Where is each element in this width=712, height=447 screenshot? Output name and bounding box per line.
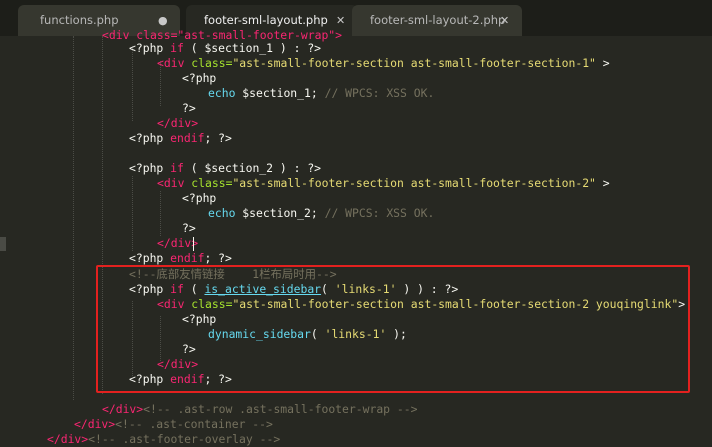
highlight-annotation-box — [96, 265, 690, 393]
code-token: </div> — [74, 417, 116, 431]
code-token: if — [170, 41, 184, 55]
code-editor[interactable]: <div class="ast-small-footer-wrap"> <?ph… — [0, 28, 712, 446]
code-line: <div class="ast-small-footer-section ast… — [157, 176, 610, 191]
code-token: endif — [170, 251, 205, 265]
code-line: <?php if ( $section_2 ) : ?> — [129, 161, 321, 176]
code-line: </div> — [157, 236, 198, 251]
text-cursor — [193, 237, 194, 251]
code-token: <!-- .ast-footer-overlay --> — [88, 432, 281, 446]
code-line: </div><!-- .ast-container --> — [74, 417, 273, 432]
code-token: ; ?> — [204, 131, 232, 145]
indent-guide — [73, 36, 74, 400]
code-token: <?php — [182, 71, 217, 85]
code-token: class= — [191, 56, 233, 70]
code-token: <div class="ast-small-footer-wrap"> — [102, 28, 343, 42]
code-token: endif — [170, 131, 205, 145]
fold-marker — [0, 237, 6, 251]
line-gutter — [0, 36, 18, 445]
code-token: <?php — [129, 131, 164, 145]
code-token: // WPCS: XSS OK. — [324, 206, 435, 220]
code-token: // WPCS: XSS OK. — [324, 86, 435, 100]
code-token: <!-- .ast-row .ast-small-footer-wrap --> — [143, 402, 418, 416]
code-token: $section_1; — [235, 86, 325, 100]
code-token: <div — [157, 176, 185, 190]
tab-footer-sml-layout-2-php[interactable]: footer-sml-layout-2.php ✕ — [352, 5, 522, 36]
code-token: ?> — [182, 221, 196, 235]
code-token: "ast-small-footer-section ast-small-foot… — [232, 176, 596, 190]
indent-guide — [132, 176, 133, 251]
code-token: <?php — [129, 41, 164, 55]
code-line: <?php — [182, 71, 216, 86]
code-token: if — [170, 161, 184, 175]
code-token: ; ?> — [204, 251, 232, 265]
code-line: ?> — [182, 101, 196, 116]
code-line: </div><!-- .ast-row .ast-small-footer-wr… — [102, 402, 417, 417]
code-line: <div class="ast-small-footer-section ast… — [157, 56, 610, 71]
code-token: </div> — [157, 236, 199, 250]
code-line: <?php if ( $section_1 ) : ?> — [129, 41, 321, 56]
tab-label: footer-sml-layout-2.php — [370, 13, 506, 27]
code-line: <?php endif; ?> — [129, 131, 232, 146]
code-token: echo — [208, 86, 236, 100]
code-token: ( $section_2 ) : ?> — [183, 161, 322, 175]
indent-guide — [132, 46, 133, 121]
code-token: $section_2; — [235, 206, 325, 220]
code-line: </div> — [157, 116, 198, 131]
code-token: <?php — [129, 251, 164, 265]
code-token: <div — [157, 56, 185, 70]
code-token: "ast-small-footer-section ast-small-foot… — [232, 56, 596, 70]
code-token: class= — [191, 176, 233, 190]
code-token: echo — [208, 206, 236, 220]
code-line: <?php endif; ?> — [129, 251, 232, 266]
code-token: <?php — [182, 191, 217, 205]
code-token: <!-- .ast-container --> — [115, 417, 273, 431]
code-token: <?php — [129, 161, 164, 175]
code-token: > — [602, 176, 610, 190]
code-token: </div> — [102, 402, 144, 416]
code-token: </div> — [157, 116, 199, 130]
code-line: ?> — [182, 221, 196, 236]
code-line: echo $section_1; // WPCS: XSS OK. — [208, 86, 434, 101]
code-token: ?> — [182, 101, 196, 115]
close-icon[interactable]: ✕ — [500, 5, 509, 36]
code-line: echo $section_2; // WPCS: XSS OK. — [208, 206, 434, 221]
code-line: <?php — [182, 191, 216, 206]
indent-guide — [160, 191, 161, 236]
code-token: </div> — [47, 432, 89, 446]
code-token: ( $section_1 ) : ?> — [183, 41, 322, 55]
code-token: > — [602, 56, 610, 70]
